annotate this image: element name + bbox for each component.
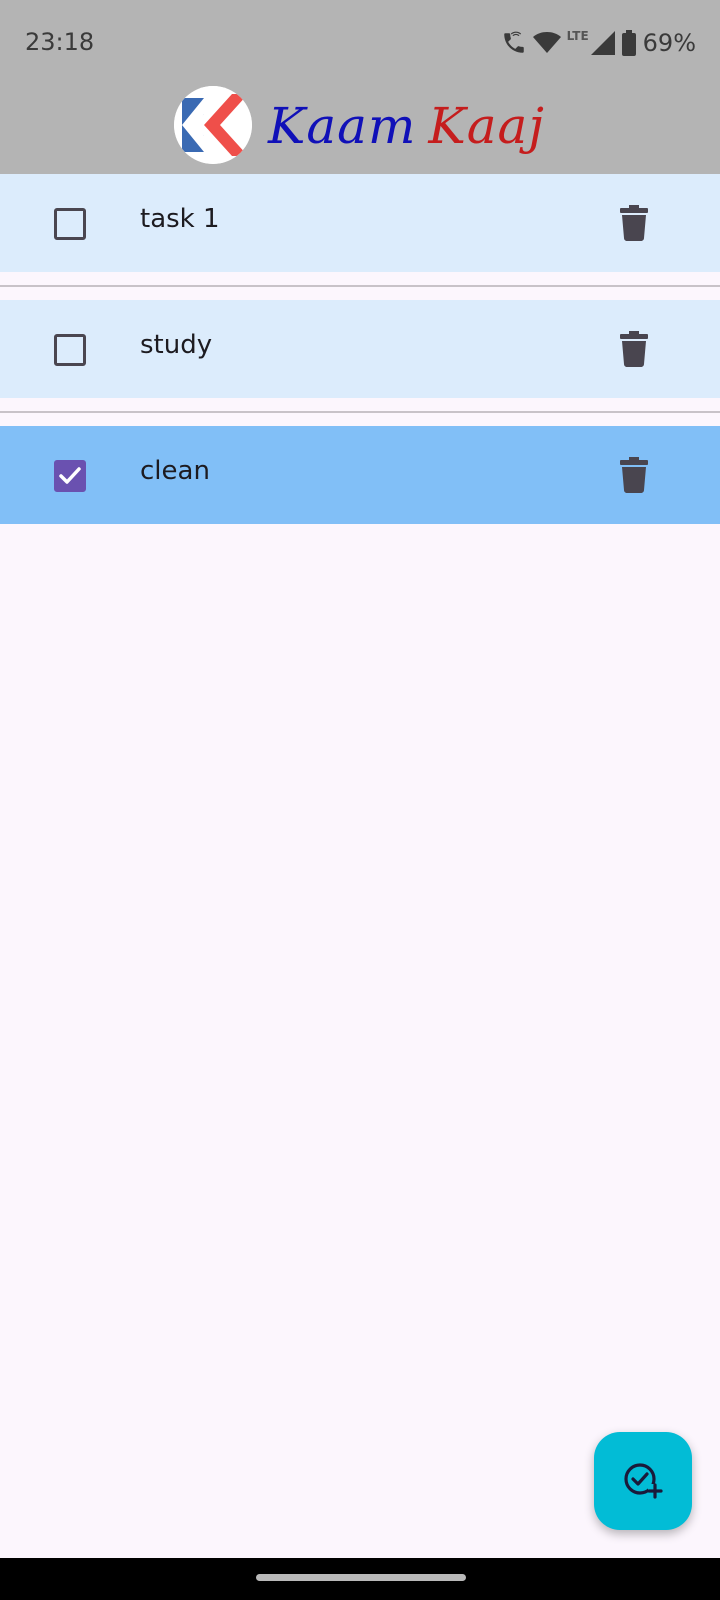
- battery-percent: 69%: [642, 29, 696, 57]
- wifi-call-icon: [501, 30, 527, 56]
- network-type-label: LTE: [566, 29, 589, 43]
- app-header: 23:18 LTE 69% Kaam Kaaj: [0, 0, 720, 174]
- home-gesture-handle[interactable]: [256, 1574, 466, 1581]
- task-label: study: [140, 330, 213, 360]
- task-label: clean: [140, 456, 210, 486]
- task-checkbox[interactable]: [54, 334, 86, 366]
- add-task-button[interactable]: [594, 1432, 692, 1530]
- status-icons: LTE 69%: [501, 26, 696, 60]
- task-row[interactable]: clean: [0, 426, 720, 524]
- task-checkbox[interactable]: [54, 208, 86, 240]
- divider: [0, 272, 720, 300]
- navigation-bar: [0, 1558, 720, 1600]
- app-screen: 23:18 LTE 69% Kaam Kaaj task 1 study cle…: [0, 0, 720, 1600]
- checkmark-icon: [59, 467, 81, 484]
- divider: [0, 398, 720, 426]
- battery-icon: [621, 30, 637, 56]
- app-title-part2: Kaaj: [428, 97, 545, 155]
- app-title-part1: Kaam: [268, 97, 417, 155]
- delete-icon[interactable]: [620, 205, 648, 241]
- task-row[interactable]: task 1: [0, 174, 720, 272]
- add-task-icon: [622, 1458, 664, 1504]
- status-time: 23:18: [25, 28, 95, 56]
- task-list: task 1 study clean: [0, 174, 720, 524]
- delete-icon[interactable]: [620, 457, 648, 493]
- delete-icon[interactable]: [620, 331, 648, 367]
- signal-icon: [590, 31, 615, 55]
- task-row[interactable]: study: [0, 300, 720, 398]
- wifi-icon: [532, 31, 561, 55]
- app-logo: [174, 86, 252, 164]
- app-title: Kaam Kaaj: [268, 86, 545, 166]
- task-label: task 1: [140, 204, 220, 234]
- task-checkbox[interactable]: [54, 460, 86, 492]
